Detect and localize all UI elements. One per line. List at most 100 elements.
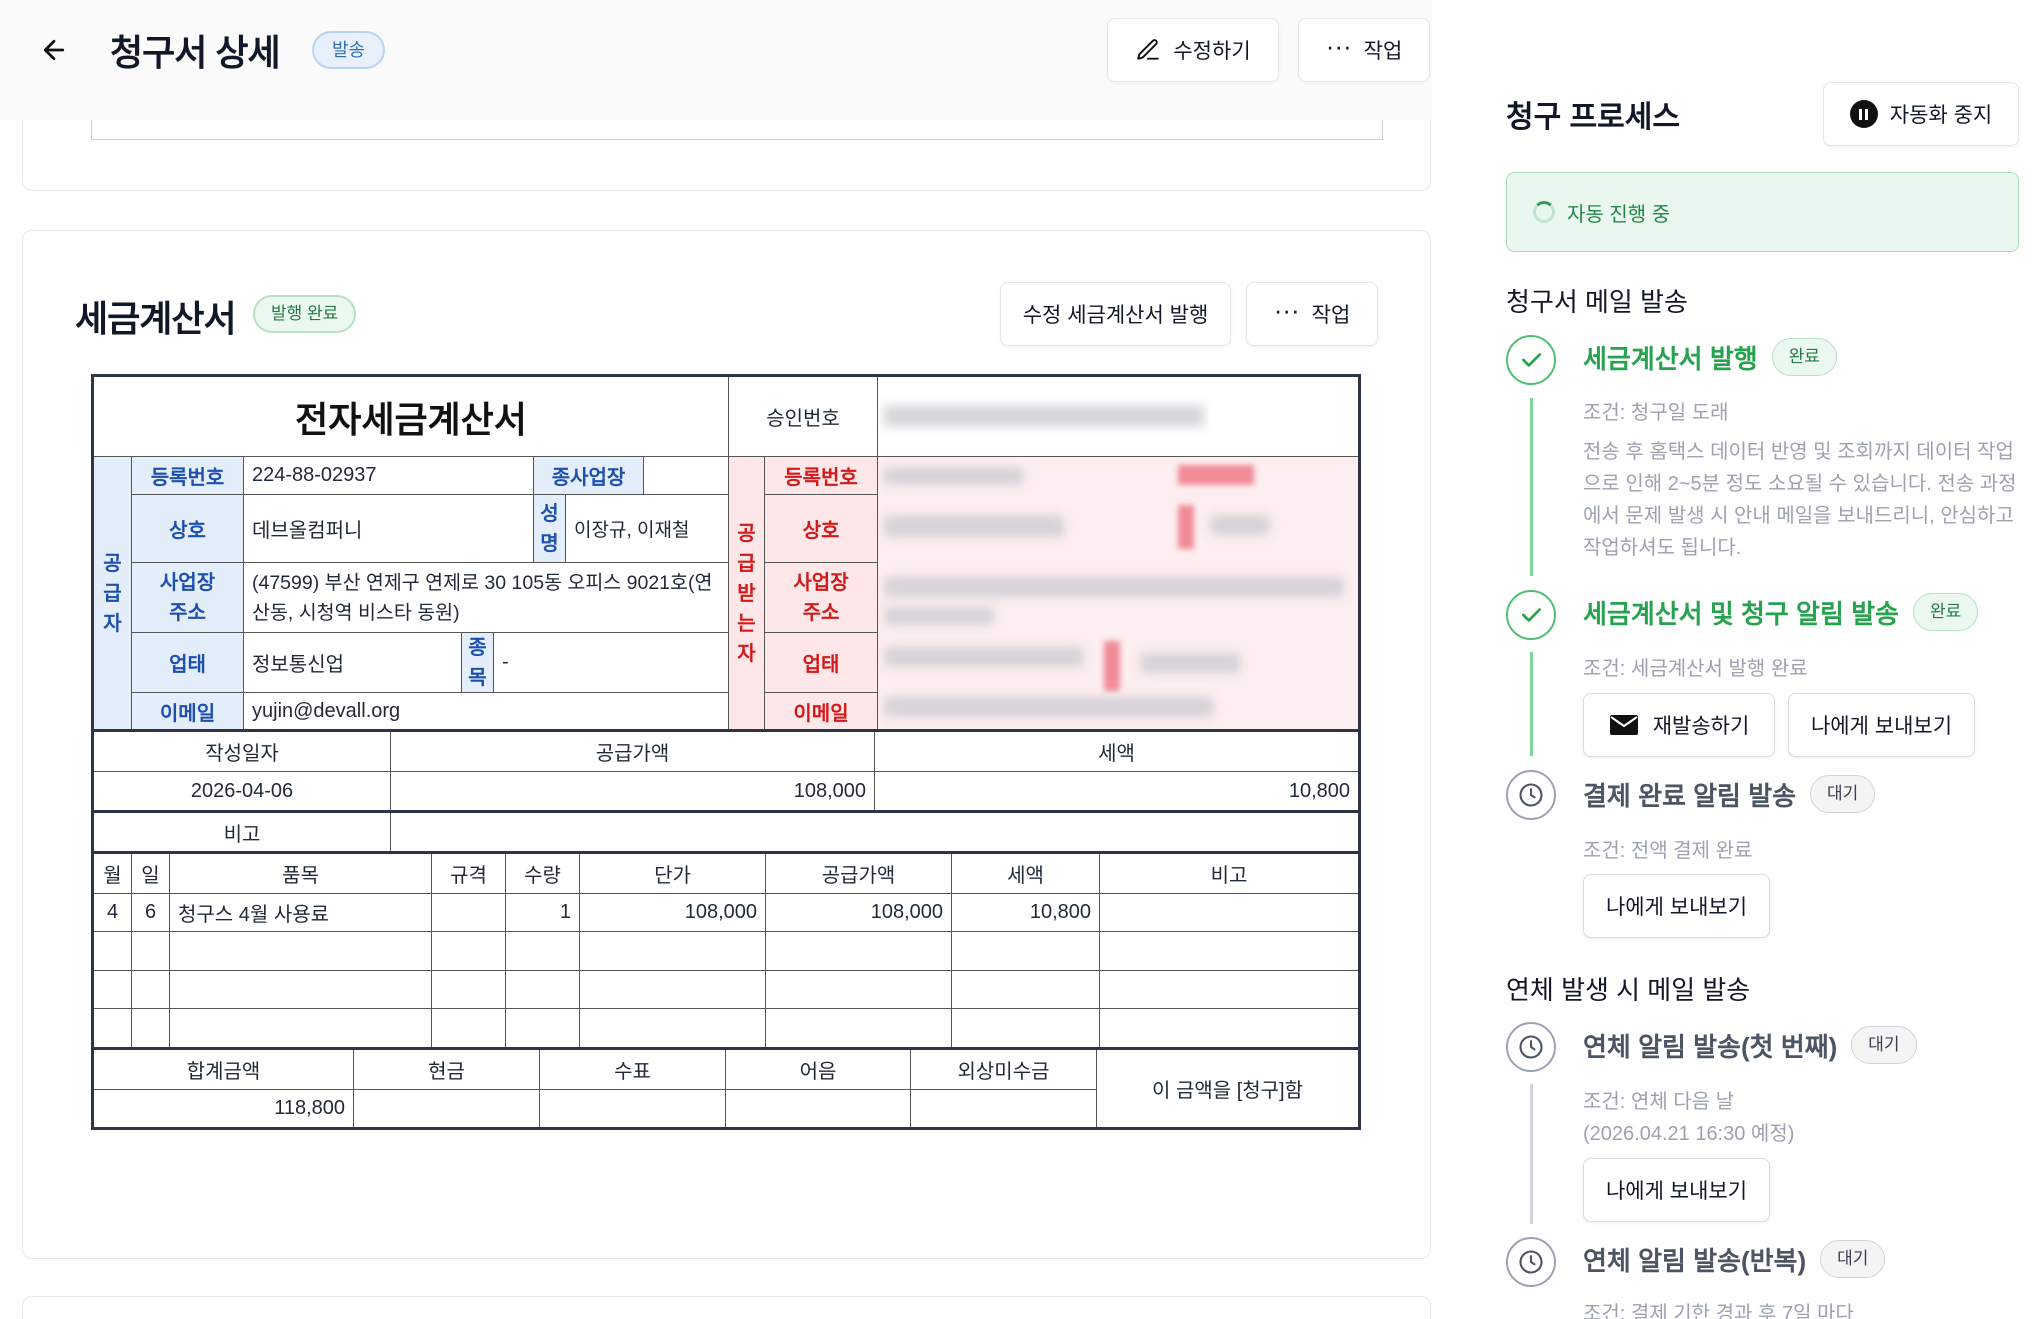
resend-button[interactable]: 재발송하기 bbox=[1583, 693, 1775, 757]
step-overdue-first: 연체 알림 발송(첫 번째) 대기 bbox=[1583, 1026, 1917, 1064]
step-notify-condition: 조건: 세금계산서 발행 완료 bbox=[1583, 658, 1808, 680]
pause-automation-button[interactable]: 자동화 중지 bbox=[1823, 82, 2019, 146]
total-label: 합계금액 bbox=[94, 1050, 354, 1090]
check-icon bbox=[1506, 335, 1556, 385]
step-notify: 세금계산서 및 청구 알림 발송 완료 bbox=[1583, 593, 1979, 631]
date-label: 작성일자 bbox=[94, 732, 391, 772]
invoice-title: 전자세금계산서 bbox=[94, 377, 729, 457]
pencil-icon bbox=[1137, 39, 1160, 60]
modify-invoice-button[interactable]: 수정 세금계산서 발행 bbox=[1000, 282, 1231, 346]
claim-statement: 이 금액을 [청구]함 bbox=[1151, 1080, 1304, 1102]
step-tax-issue-badge: 완료 bbox=[1771, 338, 1837, 376]
step-tax-issue-title: 세금계산서 발행 bbox=[1583, 343, 1758, 374]
timeline-connector bbox=[1530, 652, 1533, 756]
col-supply: 공급가액 bbox=[766, 854, 952, 894]
item-day: 6 bbox=[132, 894, 170, 932]
supplier-side-label: 공급자 bbox=[94, 457, 132, 731]
step-tax-issue: 세금계산서 발행 완료 bbox=[1583, 338, 1837, 376]
send-test-label: 나에게 보내보기 bbox=[1810, 715, 1953, 738]
col-price: 단가 bbox=[580, 854, 766, 894]
receiver-addr-label: 사업장 주소 bbox=[765, 563, 878, 633]
action-menu-button[interactable]: ··· 작업 bbox=[1298, 18, 1430, 82]
step-notify-title: 세금계산서 및 청구 알림 발송 bbox=[1583, 598, 1899, 629]
back-arrow-icon[interactable] bbox=[34, 30, 74, 70]
resend-label: 재발송하기 bbox=[1652, 715, 1750, 738]
tax-status-badge: 발행 완료 bbox=[253, 295, 357, 333]
receiver-name-label: 상호 bbox=[765, 495, 878, 563]
item-month: 4 bbox=[94, 894, 132, 932]
step-payment: 결제 완료 알림 발송 대기 bbox=[1583, 775, 1876, 813]
send-test-button[interactable]: 나에게 보내보기 bbox=[1583, 874, 1770, 938]
item-tax: 10,800 bbox=[952, 894, 1100, 932]
receiver-email-label: 이메일 bbox=[765, 693, 878, 731]
receiver-side-label: 공급받는자 bbox=[729, 457, 765, 731]
next-section-card bbox=[22, 1296, 1431, 1319]
supplier-name: 데브올컴퍼니 bbox=[244, 495, 534, 563]
step-overdue-repeat-condition: 조건: 결제 기한 경과 후 7일 마다 bbox=[1583, 1303, 1854, 1319]
tax-invoice-title: 세금계산서 bbox=[75, 298, 237, 339]
check-icon bbox=[1506, 590, 1556, 640]
status-badge: 발송 bbox=[312, 31, 386, 69]
clock-icon bbox=[1506, 770, 1556, 820]
edit-button[interactable]: 수정하기 bbox=[1107, 18, 1279, 82]
bill-label: 어음 bbox=[726, 1050, 911, 1090]
clock-icon bbox=[1506, 1022, 1556, 1072]
col-tax: 세액 bbox=[952, 854, 1100, 894]
col-note: 비고 bbox=[1100, 854, 1358, 894]
step-tax-issue-description: 전송 후 홈택스 데이터 반영 및 조회까지 데이터 작업으로 인해 2~5분 … bbox=[1583, 441, 2017, 559]
supplier-ceo-label: 성명 bbox=[534, 495, 566, 563]
page-title: 청구서 상세 bbox=[110, 32, 281, 73]
supplier-address: (47599) 부산 연제구 연제로 30 105동 오피스 9021호(연산동… bbox=[244, 563, 729, 633]
note-label: 비고 bbox=[94, 813, 391, 853]
supplier-email-label: 이메일 bbox=[132, 693, 244, 731]
loading-spinner-icon bbox=[1533, 201, 1555, 223]
approval-label: 승인번호 bbox=[729, 377, 878, 457]
step-overdue-first-title: 연체 알림 발송(첫 번째) bbox=[1583, 1031, 1838, 1062]
supplier-biztype: 정보통신업 bbox=[244, 633, 462, 693]
issue-date: 2026-04-06 bbox=[94, 772, 391, 812]
action-menu-label: 작업 bbox=[1363, 40, 1403, 63]
timeline-connector bbox=[1530, 1084, 1533, 1224]
modify-invoice-label: 수정 세금계산서 발행 bbox=[1022, 304, 1209, 327]
total-amount: 118,800 bbox=[94, 1090, 354, 1127]
step-notify-badge: 완료 bbox=[1912, 593, 1979, 631]
more-dots-icon: ··· bbox=[1325, 31, 1352, 61]
send-test-button[interactable]: 나에게 보내보기 bbox=[1788, 693, 1975, 757]
automation-status-banner: 자동 진행 중 bbox=[1506, 172, 2019, 252]
send-test-label: 나에게 보내보기 bbox=[1605, 1180, 1748, 1203]
pause-automation-label: 자동화 중지 bbox=[1889, 104, 1993, 127]
edit-button-label: 수정하기 bbox=[1173, 40, 1251, 63]
e-tax-invoice: 전자세금계산서 승인번호 공급자 등록번호 224-88-02937 종사업장 … bbox=[91, 374, 1361, 1130]
supplier-reg-label: 등록번호 bbox=[132, 457, 244, 495]
mail-icon bbox=[1609, 715, 1638, 735]
step-overdue-first-condition: 조건: 연체 다음 날 bbox=[1583, 1091, 1735, 1113]
bill-amount bbox=[726, 1090, 911, 1127]
supplier-email: yujin@devall.org bbox=[244, 693, 729, 731]
credit-amount bbox=[911, 1090, 1097, 1127]
supplier-bizitem: - bbox=[494, 633, 729, 693]
receiver-reg-label: 등록번호 bbox=[765, 457, 878, 495]
item-note bbox=[1100, 894, 1358, 932]
col-day: 일 bbox=[132, 854, 170, 894]
send-test-label: 나에게 보내보기 bbox=[1605, 896, 1748, 919]
step-overdue-first-badge: 대기 bbox=[1851, 1026, 1917, 1064]
col-month: 월 bbox=[94, 854, 132, 894]
more-dots-icon: ··· bbox=[1273, 295, 1300, 325]
col-item: 품목 bbox=[170, 854, 432, 894]
step-payment-condition: 조건: 전액 결제 완료 bbox=[1583, 840, 1753, 862]
note-value bbox=[391, 813, 1358, 853]
step-payment-badge: 대기 bbox=[1810, 775, 1876, 813]
check-amount bbox=[540, 1090, 726, 1127]
step-overdue-repeat: 연체 알림 발송(반복) 대기 bbox=[1583, 1240, 1886, 1278]
tax-action-button[interactable]: ··· 작업 bbox=[1246, 282, 1378, 346]
item-name: 청구스 4월 사용료 bbox=[170, 894, 432, 932]
supplier-biztype-label: 업태 bbox=[132, 633, 244, 693]
item-price: 108,000 bbox=[580, 894, 766, 932]
supplier-branch-label: 종사업장 bbox=[534, 457, 644, 495]
credit-label: 외상미수금 bbox=[911, 1050, 1097, 1090]
tax-amount-label: 세액 bbox=[875, 732, 1358, 772]
step-tax-issue-condition: 조건: 청구일 도래 bbox=[1583, 402, 1729, 424]
send-test-button[interactable]: 나에게 보내보기 bbox=[1583, 1158, 1770, 1222]
top-bar: 청구서 상세 발송 수정하기 ··· 작업 bbox=[0, 0, 1432, 120]
supplier-addr-label: 사업장 주소 bbox=[132, 563, 244, 633]
